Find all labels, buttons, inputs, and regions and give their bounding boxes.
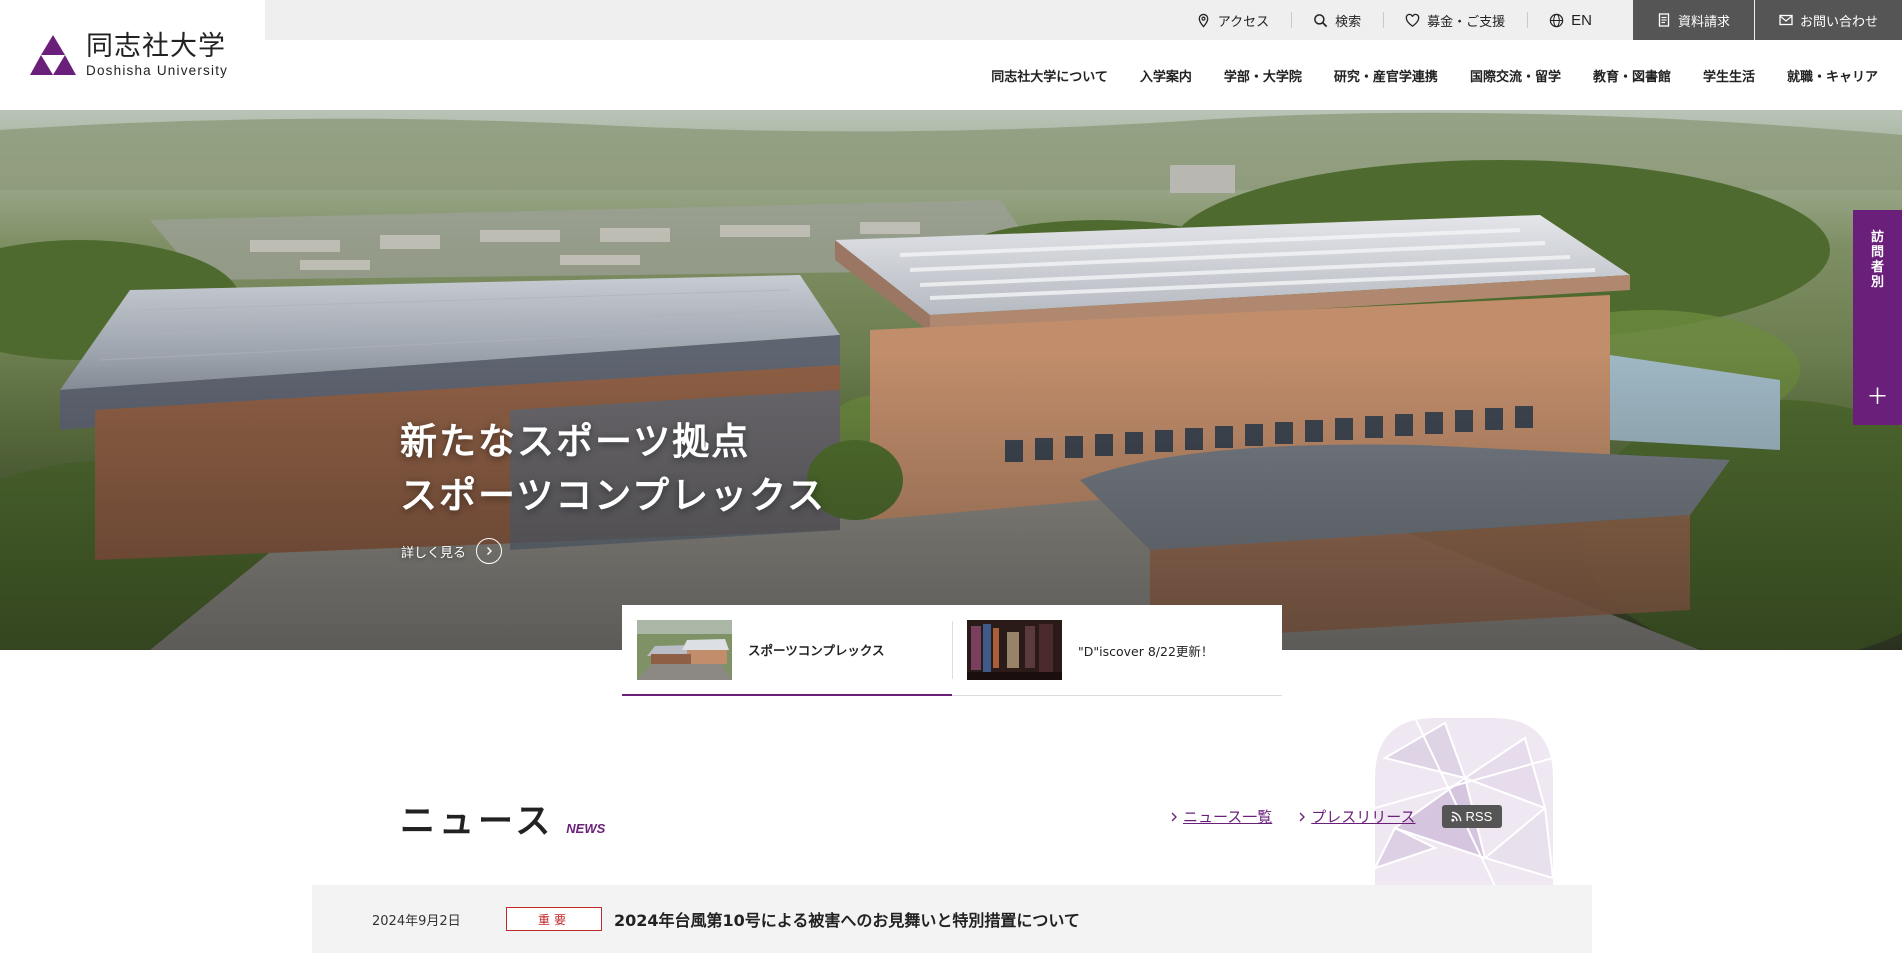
globe-icon xyxy=(1549,13,1564,27)
visitor-char: 者 xyxy=(1870,260,1884,275)
hero-title-line-2: スポーツコンプレックス xyxy=(400,474,827,517)
search-label: 検索 xyxy=(1335,14,1362,30)
hero-title: 新たなスポーツ拠点 スポーツコンプレックス xyxy=(400,415,826,523)
heart-icon xyxy=(1405,13,1420,27)
rss-icon xyxy=(1450,811,1461,822)
chevron-right-icon xyxy=(1171,812,1177,821)
nav-student-life[interactable]: 学生生活 xyxy=(1687,66,1771,85)
circle-arrow-right-icon xyxy=(476,538,503,564)
plus-icon: ＋ xyxy=(1866,385,1889,410)
visitor-char: 問 xyxy=(1870,245,1884,260)
nav-research[interactable]: 研究・産官学連携 xyxy=(1318,66,1454,85)
slider-card-sports-complex[interactable]: スポーツコンプレックス xyxy=(622,605,952,696)
hero-slider-tabs: スポーツコンプレックス "D"iscover 8/22更新！ xyxy=(622,605,1282,696)
contact-button[interactable]: お問い合わせ xyxy=(1754,0,1902,40)
doshisha-triangle-logo-icon xyxy=(30,35,76,75)
news-subtitle: NEWS xyxy=(566,821,606,836)
hero-more-label: 詳しく見る xyxy=(401,545,467,561)
english-label: EN xyxy=(1571,11,1592,29)
nav-education-library[interactable]: 教育・図書館 xyxy=(1577,66,1687,85)
hero-banner: 新たなスポーツ拠点 スポーツコンプレックス 詳しく見る xyxy=(0,110,1902,650)
news-links: ニュース一覧 プレスリリース RSS xyxy=(1170,805,1503,828)
request-materials-button[interactable]: 資料請求 xyxy=(1632,0,1754,40)
nav-admissions[interactable]: 入学案内 xyxy=(1124,66,1208,85)
document-icon xyxy=(1658,13,1670,27)
access-label: アクセス xyxy=(1217,14,1270,30)
nav-career[interactable]: 就職・キャリア xyxy=(1771,66,1894,85)
decorative-stained-glass-pattern xyxy=(1375,718,1553,886)
sports-complex-thumbnail xyxy=(637,619,732,680)
donation-link[interactable]: 募金・ご支援 xyxy=(1383,0,1527,40)
slider-card-label: "D"iscover 8/22更新！ xyxy=(1078,643,1214,659)
search-icon xyxy=(1314,13,1328,27)
news-list-label: ニュース一覧 xyxy=(1183,808,1273,826)
utility-bar: アクセス 検索 募金・ご支援 EN 資料請求 お問い合わせ xyxy=(265,0,1902,40)
request-materials-label: 資料請求 xyxy=(1677,14,1730,30)
rss-label: RSS xyxy=(1465,809,1493,824)
press-release-link[interactable]: プレスリリース xyxy=(1298,806,1416,827)
slider-card-discover[interactable]: "D"iscover 8/22更新！ xyxy=(952,605,1282,696)
logo-japanese-name: 同志社大学 xyxy=(86,30,226,62)
donation-label: 募金・ご支援 xyxy=(1427,14,1506,30)
chapel-interior-thumbnail xyxy=(967,620,1062,680)
english-link[interactable]: EN xyxy=(1527,0,1614,40)
hero-title-line-1: 新たなスポーツ拠点 xyxy=(400,420,751,463)
nav-about[interactable]: 同志社大学について xyxy=(975,66,1124,85)
news-item[interactable]: 2024年9月2日 重要 2024年台風第10号による被害へのお見舞いと特別措置… xyxy=(312,885,1592,953)
main-navigation: 同志社大学について 入学案内 学部・大学院 研究・産官学連携 国際交流・留学 教… xyxy=(975,40,1894,110)
news-headline: 2024年台風第10号による被害へのお見舞いと特別措置について xyxy=(614,911,1080,930)
nav-international[interactable]: 国際交流・留学 xyxy=(1454,66,1577,85)
news-header: ニュース NEWS xyxy=(400,793,605,844)
news-title: ニュース xyxy=(400,802,555,842)
visitor-menu-tab[interactable]: 訪 問 者 別 ＋ xyxy=(1853,210,1902,425)
rss-button[interactable]: RSS xyxy=(1441,805,1503,828)
visitor-menu-label: 訪 問 者 別 xyxy=(1853,230,1902,290)
hero-more-link[interactable]: 詳しく見る xyxy=(401,538,503,564)
slider-card-label: スポーツコンプレックス xyxy=(748,643,885,658)
visitor-char: 別 xyxy=(1870,275,1884,290)
visitor-char: 訪 xyxy=(1870,230,1884,245)
nav-faculties[interactable]: 学部・大学院 xyxy=(1208,66,1318,85)
important-badge: 重要 xyxy=(506,907,602,931)
news-date: 2024年9月2日 xyxy=(372,913,461,929)
news-list-link[interactable]: ニュース一覧 xyxy=(1170,806,1272,827)
logo[interactable]: 同志社大学 Doshisha University xyxy=(0,0,265,110)
chevron-right-icon xyxy=(1299,812,1306,821)
access-link[interactable]: アクセス xyxy=(1174,0,1291,40)
hero-image xyxy=(0,110,1902,650)
contact-label: お問い合わせ xyxy=(1799,14,1878,30)
search-link[interactable]: 検索 xyxy=(1291,0,1383,40)
mail-icon xyxy=(1779,14,1793,26)
logo-english-name: Doshisha University xyxy=(86,62,229,78)
map-pin-icon xyxy=(1198,13,1209,28)
press-release-label: プレスリリース xyxy=(1311,808,1416,826)
